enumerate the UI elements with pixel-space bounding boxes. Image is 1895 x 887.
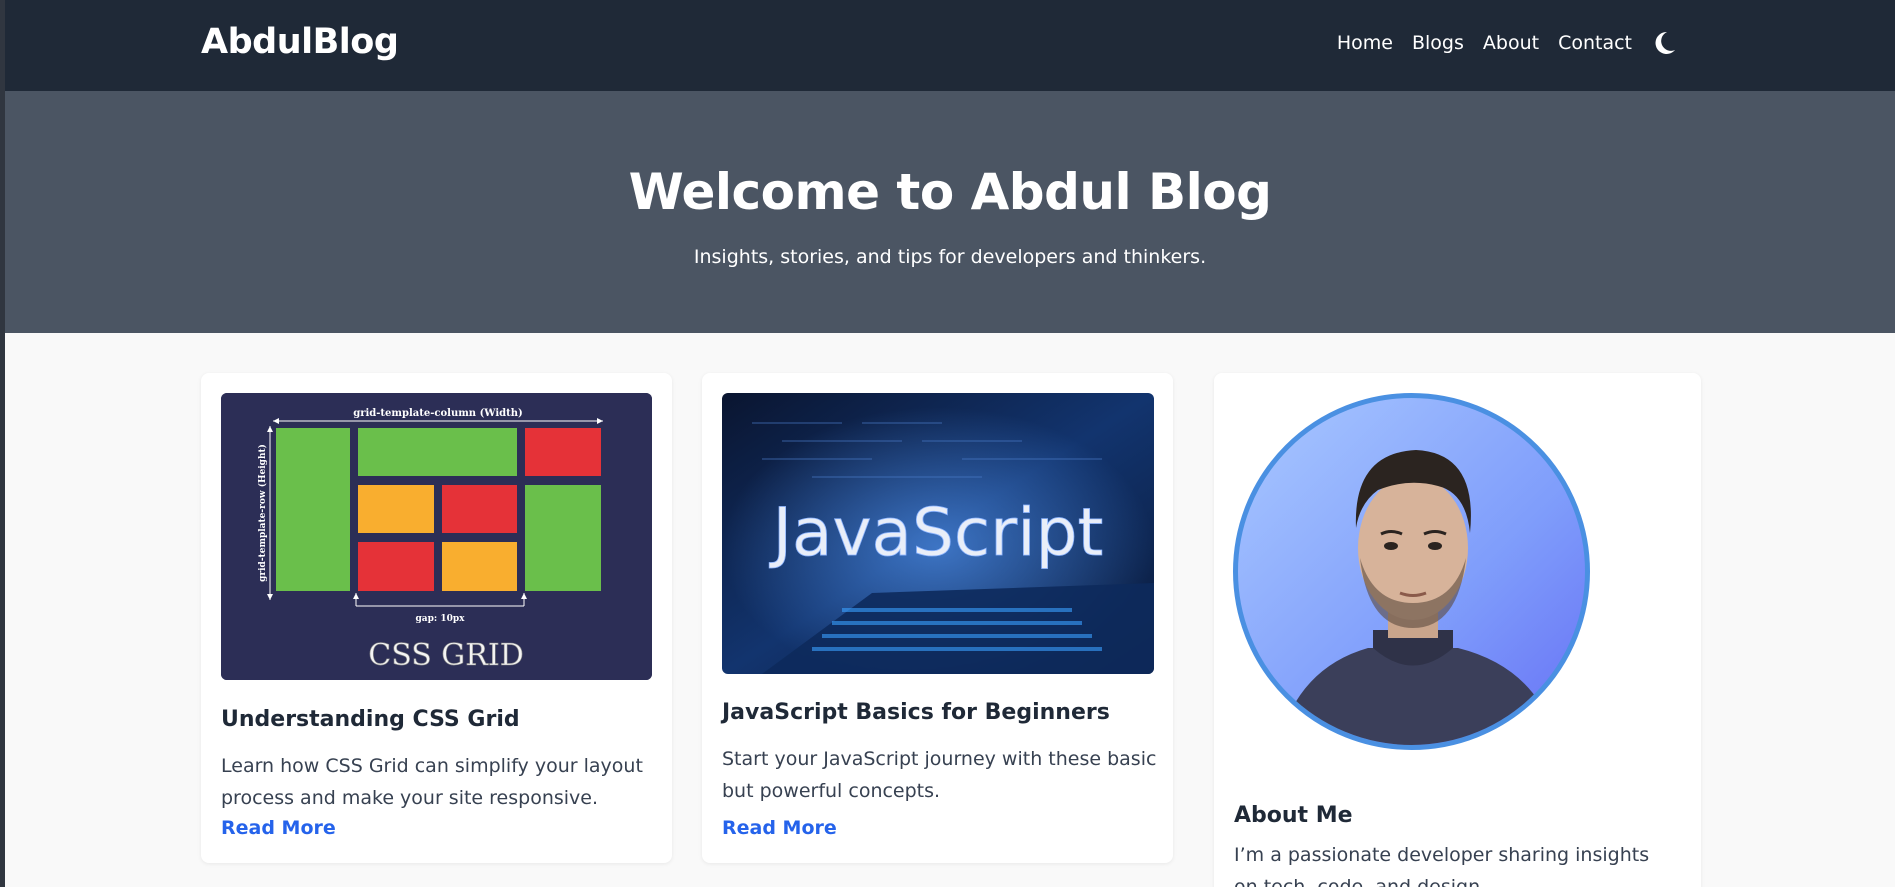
javascript-thumbnail: JavaScript	[722, 393, 1154, 674]
css-grid-caption: CSS GRID	[368, 638, 524, 673]
nav-contact-link[interactable]: Contact	[1558, 32, 1632, 54]
nav-home-link[interactable]: Home	[1337, 32, 1393, 54]
post-title[interactable]: JavaScript Basics for Beginners	[722, 700, 1110, 725]
about-text: I’m a passionate developer sharing insig…	[1234, 844, 1650, 887]
navbar: AbdulBlog Home Blogs About Contact	[5, 0, 1895, 91]
hero-section: Welcome to Abdul Blog Insights, stories,…	[5, 91, 1895, 333]
avatar	[1233, 393, 1590, 750]
read-more-link[interactable]: Read More	[221, 817, 336, 839]
grid-column-label: grid-template-column (Width)	[353, 408, 523, 419]
nav-blogs-link[interactable]: Blogs	[1412, 32, 1464, 54]
post-excerpt: Start your JavaScript journey with these…	[722, 748, 1157, 802]
moon-icon[interactable]	[1653, 30, 1677, 56]
grid-gap-label: gap: 10px	[415, 614, 465, 624]
about-card: About Me I’m a passionate developer shar…	[1214, 373, 1701, 887]
blog-card-javascript: JavaScript JavaScript Basics for Beginne…	[702, 373, 1173, 863]
hero-subtitle: Insights, stories, and tips for develope…	[693, 246, 1207, 268]
read-more-link[interactable]: Read More	[722, 817, 837, 839]
nav-about-link[interactable]: About	[1483, 32, 1539, 54]
main-nav: Home Blogs About Contact	[1337, 30, 1677, 56]
about-title: About Me	[1234, 803, 1353, 828]
grid-row-label: grid-template-row (Height)	[257, 444, 268, 582]
post-excerpt: Learn how CSS Grid can simplify your lay…	[221, 755, 643, 809]
hero-title: Welcome to Abdul Blog	[628, 163, 1272, 221]
site-logo[interactable]: AbdulBlog	[201, 22, 399, 62]
blog-card-css-grid: grid-template-column (Width) grid-templa…	[201, 373, 672, 863]
window-edge	[0, 0, 5, 887]
post-title[interactable]: Understanding CSS Grid	[221, 707, 520, 732]
css-grid-thumbnail: grid-template-column (Width) grid-templa…	[221, 393, 652, 680]
javascript-caption: JavaScript	[769, 494, 1104, 571]
